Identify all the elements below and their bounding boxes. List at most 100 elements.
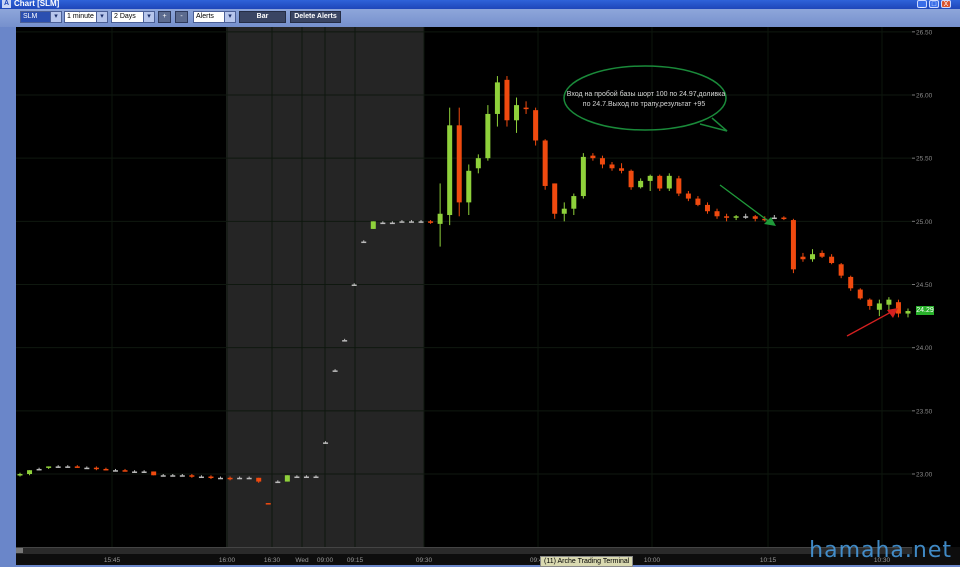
candle: [284, 475, 290, 482]
candle: [800, 252, 806, 262]
candle: [571, 193, 577, 216]
candle-body: [752, 216, 758, 219]
candle: [561, 202, 567, 222]
candle-body: [838, 264, 844, 276]
candle-body: [647, 175, 653, 181]
candle-body: [638, 180, 644, 188]
candle: [437, 183, 443, 247]
candle-body: [284, 475, 290, 482]
candle-body: [456, 125, 462, 203]
candle: [771, 215, 777, 220]
y-tick-label: 24.50: [916, 282, 933, 289]
candle-body: [275, 481, 281, 484]
candle: [781, 216, 787, 221]
candle-body: [74, 466, 80, 468]
candle: [218, 476, 224, 480]
candle-body: [46, 466, 52, 468]
candle-body: [475, 158, 481, 169]
candle-body: [189, 475, 195, 477]
candle: [46, 466, 52, 469]
candle: [504, 76, 510, 127]
y-tick-label: 25.50: [916, 156, 933, 163]
candle-body: [65, 466, 71, 468]
candle: [695, 196, 701, 207]
candle-body: [151, 471, 157, 476]
candle: [714, 208, 720, 219]
candle-body: [523, 107, 529, 110]
candle: [743, 213, 749, 219]
candle: [466, 164, 472, 216]
candle: [790, 218, 796, 274]
candle-body: [504, 79, 510, 121]
terminal-status-tag[interactable]: (11) Arche Trading Terminal: [540, 556, 634, 567]
candle-body: [141, 471, 147, 473]
candle: [590, 153, 596, 161]
candle: [676, 175, 682, 197]
candle-body: [370, 221, 376, 229]
candle-body: [84, 467, 90, 470]
y-tick-label: 24.00: [916, 345, 933, 352]
candle-body: [533, 110, 539, 141]
candle-body: [867, 299, 873, 306]
candle: [208, 475, 214, 480]
x-tick-label: 10:15: [760, 557, 777, 564]
candle-body: [676, 178, 682, 194]
candle: [619, 163, 625, 174]
candle-body: [198, 476, 204, 479]
candle-body: [227, 477, 233, 480]
candle-body: [27, 470, 33, 474]
current-price-tag: 24.29: [916, 306, 934, 315]
x-tick-label: 10:00: [644, 557, 661, 564]
candle-body: [237, 477, 243, 480]
candle-body: [17, 474, 23, 476]
candle: [122, 468, 128, 472]
y-tick-label: 26.50: [916, 29, 933, 36]
candle: [84, 466, 90, 470]
candle-body: [571, 196, 577, 209]
candle-body: [408, 221, 414, 223]
candle-body: [590, 155, 596, 159]
candle: [198, 475, 204, 479]
candle-body: [886, 299, 892, 305]
candle-body: [829, 256, 835, 264]
exit-arrow: [846, 310, 894, 337]
candle: [428, 220, 434, 224]
candle-body: [876, 303, 882, 310]
candle-body: [514, 105, 520, 121]
candle-body: [418, 221, 424, 223]
candle: [857, 288, 863, 300]
candle-body: [857, 289, 863, 299]
candle: [819, 250, 825, 258]
candle-body: [733, 216, 739, 218]
candle-body: [666, 175, 672, 189]
candle: [905, 308, 911, 318]
candle-body: [265, 503, 271, 505]
candle: [523, 101, 529, 114]
candle-body: [580, 156, 586, 197]
candle: [27, 470, 33, 476]
candle-body: [494, 82, 500, 114]
candle: [724, 213, 730, 222]
candle: [552, 183, 558, 219]
candle: [829, 254, 835, 265]
candle: [456, 107, 462, 217]
candle: [628, 169, 634, 190]
candle-body: [55, 466, 61, 468]
candle-body: [303, 476, 309, 479]
candle: [876, 299, 882, 317]
candle-body: [599, 158, 605, 165]
candle: [265, 503, 271, 505]
candle: [666, 173, 672, 192]
candle: [485, 105, 491, 161]
candle-body: [609, 164, 615, 169]
candle-body: [485, 113, 491, 159]
candle-body: [351, 284, 357, 286]
candle-body: [103, 468, 109, 471]
candle-body: [743, 216, 749, 218]
candle: [65, 465, 71, 468]
candle: [704, 202, 710, 214]
x-tick-label: 15:45: [104, 557, 121, 564]
candle: [580, 153, 586, 199]
annotation-text-line2: по 24.7.Выход по трапу,результат +95: [583, 101, 706, 108]
candle-body: [657, 175, 663, 189]
